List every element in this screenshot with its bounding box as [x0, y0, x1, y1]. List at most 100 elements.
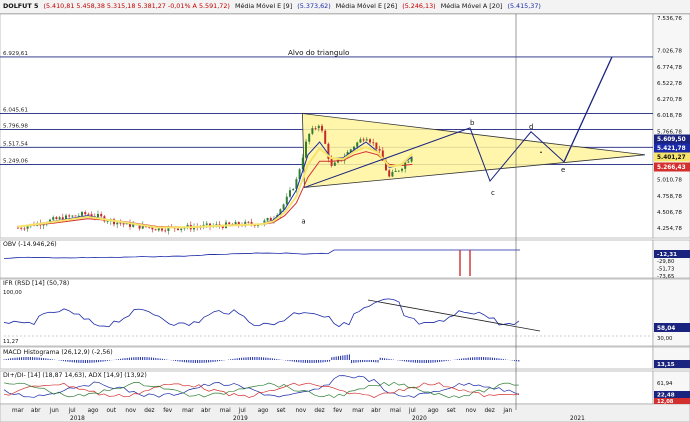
- month-label-2: jun: [49, 408, 59, 414]
- ifr-title: IFR (RSD [14] (50,78): [3, 280, 70, 287]
- price-tick-9: 4.758,78: [657, 194, 682, 200]
- month-label-9: mar: [182, 408, 194, 414]
- candle-body: [372, 142, 375, 144]
- level-label-0: 6.929,61: [3, 51, 28, 57]
- adx-badge-1: 12,08: [657, 399, 674, 405]
- price-tick-5: 6.018,78: [657, 113, 682, 119]
- candle-body: [365, 139, 368, 141]
- price-tick-6: 5.766,78: [657, 129, 682, 135]
- ifr-level-top: 100,00: [3, 290, 22, 296]
- adx-badge-0: 22,48: [657, 393, 675, 399]
- macd-badge: 13,15: [657, 362, 675, 368]
- price-badge-2: 5.401,27: [657, 155, 686, 161]
- candle-body: [330, 158, 333, 166]
- month-label-14: set: [277, 408, 287, 414]
- candle-body: [375, 142, 378, 149]
- month-label-13: ago: [258, 408, 269, 414]
- ifr-badge: 58,04: [657, 326, 675, 332]
- time-axis-frame: [0, 403, 690, 422]
- ifr-level-bot: 11,27: [3, 339, 18, 345]
- candle-body: [397, 170, 400, 172]
- adx-title: DI+/DI- [14] (18,87 14,63), ADX [14,9] (…: [3, 372, 147, 379]
- candle-body: [305, 141, 307, 158]
- obv-badge: -12,31: [657, 252, 677, 258]
- level-label-2: 5.796,98: [3, 123, 28, 129]
- level-label-4: 5.249,06: [3, 158, 28, 164]
- candle-body: [122, 223, 125, 225]
- candle-body: [324, 130, 327, 144]
- month-label-3: jul: [68, 408, 76, 414]
- price-tick-4: 6.270,78: [657, 97, 682, 103]
- candle-body: [391, 171, 394, 177]
- month-label-19: abr: [371, 408, 381, 414]
- month-label-0: mar: [12, 408, 24, 414]
- candle-body: [308, 133, 311, 142]
- month-label-17: fev: [333, 408, 343, 414]
- month-label-1: abr: [31, 408, 41, 414]
- candle-body: [84, 212, 87, 215]
- month-label-4: ago: [88, 408, 99, 414]
- candle-body: [311, 128, 314, 134]
- obv-tick-0: -29,80: [657, 259, 675, 265]
- chart-window: DOLFUT 5 (5.410,81 5.458,38 5.315,18 5.3…: [0, 0, 690, 422]
- price-tick-0: 7.536,76: [657, 16, 682, 22]
- marker-dot: [540, 151, 542, 154]
- point-label-a: a: [301, 217, 305, 225]
- month-label-18: mar: [352, 408, 364, 414]
- panel-frame-1: [0, 239, 654, 279]
- point-label-b: b: [470, 119, 475, 127]
- price-tick-3: 6.522,78: [657, 81, 682, 87]
- candle-body: [356, 142, 359, 147]
- month-label-6: nov: [125, 408, 136, 414]
- candle-body: [116, 222, 119, 225]
- candle-body: [55, 217, 58, 220]
- candle-body: [314, 128, 317, 129]
- month-label-7: dez: [144, 408, 154, 414]
- year-label-2018: 2018: [70, 416, 85, 422]
- month-label-5: out: [107, 408, 117, 414]
- candle-body: [359, 139, 362, 143]
- candle-body: [23, 228, 26, 230]
- candle-body: [177, 228, 179, 231]
- candle-body: [71, 215, 74, 217]
- candle-body: [17, 227, 19, 229]
- point-label-c: c: [491, 189, 495, 197]
- candle-body: [100, 214, 103, 217]
- month-label-8: fev: [163, 408, 173, 414]
- candle-body: [87, 214, 90, 215]
- point-label-e: e: [561, 166, 565, 174]
- candle-body: [180, 228, 183, 231]
- candle-body: [369, 139, 371, 143]
- month-label-25: dez: [485, 408, 495, 414]
- month-label-21: jul: [408, 408, 416, 414]
- candle-body: [321, 125, 323, 131]
- macd-title: MACD Histograma (26,12,9) (-2,56): [3, 349, 113, 356]
- chart-canvas[interactable]: 6.929,61 6.045,61 5.796,98 5.517,54 5.249,06…: [0, 0, 690, 422]
- obv-tick-2: -73,65: [657, 274, 674, 280]
- candle-body: [317, 125, 320, 129]
- candle-body: [269, 217, 272, 221]
- candle-body: [97, 214, 99, 218]
- candle-body: [205, 223, 208, 225]
- level-label-3: 5.517,54: [3, 141, 28, 147]
- month-label-12: jul: [238, 408, 246, 414]
- month-label-22: ago: [428, 408, 439, 414]
- candle-body: [289, 190, 291, 197]
- axis-frame-0: [652, 13, 690, 239]
- point-label-d: d: [529, 123, 533, 131]
- candle-body: [285, 196, 288, 205]
- adx-tick-0: 61,94: [657, 381, 673, 387]
- month-label-15: nov: [296, 408, 307, 414]
- year-label-2020: 2020: [412, 416, 427, 422]
- candle-body: [282, 204, 285, 210]
- candle-body: [164, 230, 167, 232]
- price-tick-8: 5.010,78: [657, 178, 682, 184]
- candle-body: [266, 217, 269, 221]
- month-label-10: abr: [201, 408, 211, 414]
- target-label: Alvo do triangulo: [288, 48, 349, 57]
- candle-body: [81, 212, 83, 216]
- month-label-23: set: [447, 408, 457, 414]
- candle-body: [394, 170, 397, 172]
- level-label-1: 6.045,61: [3, 107, 28, 113]
- candle-body: [247, 221, 250, 223]
